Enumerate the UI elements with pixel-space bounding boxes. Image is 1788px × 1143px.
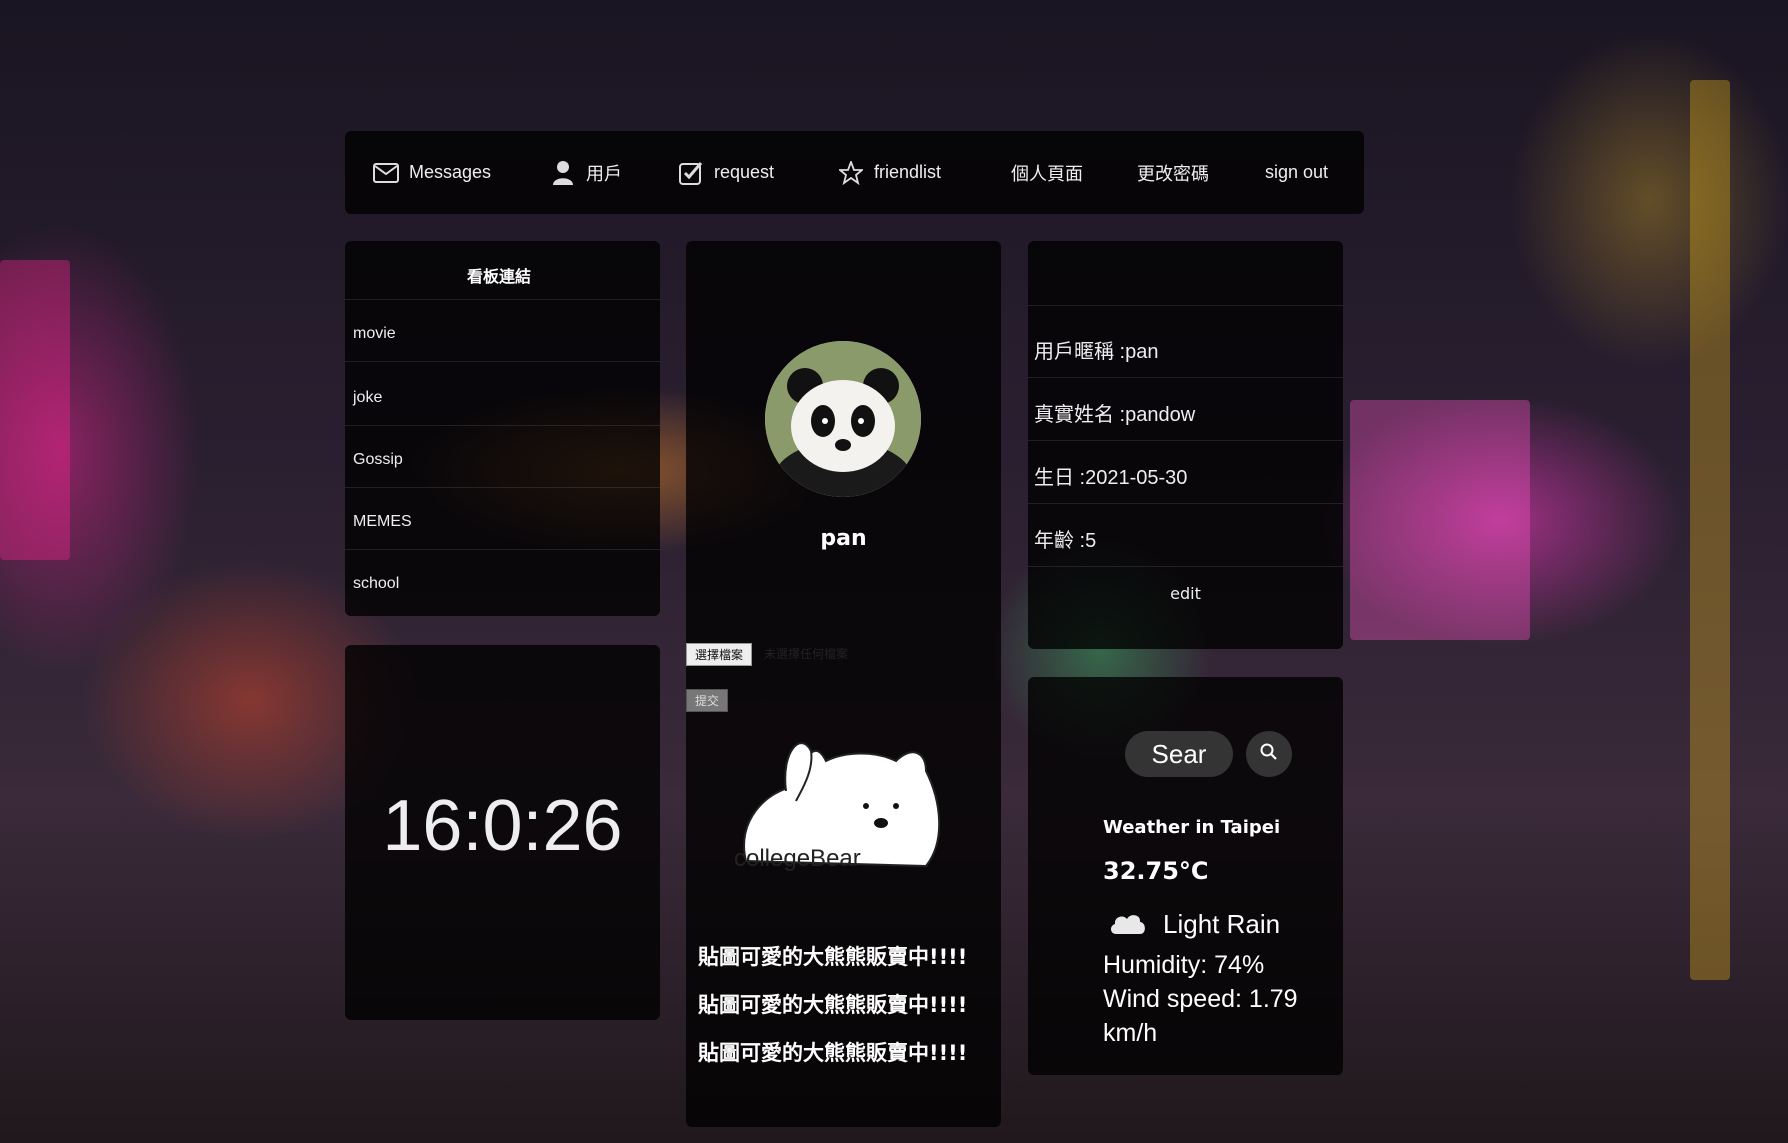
background-pillar-right (1690, 80, 1730, 980)
file-status-text: 未選擇任何檔案 (764, 647, 849, 661)
board-links-panel: 看板連結 movie joke Gossip MEMES school (345, 241, 660, 616)
weather-panel: Sear Weather in Taipei 32.75°C Light Rai… (1028, 677, 1343, 1075)
promo-text: 貼圖可愛的大熊熊販賣中!!!! (698, 993, 968, 1017)
divider (345, 361, 660, 362)
board-title: 看板連結 (467, 267, 532, 286)
search-icon (1260, 743, 1278, 765)
check-square-icon (678, 160, 704, 186)
edit-button[interactable]: edit (1028, 584, 1343, 603)
user-icon (550, 160, 576, 186)
weather-wind-unit: km/h (1103, 1019, 1158, 1047)
weather-wind: Wind speed: 1.79 (1103, 985, 1298, 1013)
college-bear-sticker: collegeBear (726, 731, 956, 881)
info-birthday: 生日 :2021-05-30 (1034, 467, 1188, 489)
panda-avatar-image (765, 341, 921, 497)
info-realname: 真實姓名 :pandow (1034, 404, 1196, 426)
nav-change-password[interactable]: 更改密碼 (1137, 131, 1209, 214)
nav-profile-label: 個人頁面 (1011, 163, 1083, 184)
profile-username: pan (820, 526, 867, 551)
profile-panel: pan 選擇檔案 未選擇任何檔案 提交 collegeBear 貼圖可愛的大熊熊… (686, 241, 1001, 1127)
cloud-icon (1108, 910, 1148, 940)
info-age: 年齡 :5 (1034, 530, 1097, 552)
divider (1028, 305, 1343, 306)
weather-description: Light Rain (1163, 909, 1281, 939)
weather-title: Weather in Taipei (1103, 817, 1281, 838)
divider (1028, 503, 1343, 504)
background-sign-left (0, 260, 70, 560)
avatar (765, 341, 921, 497)
weather-humidity: Humidity: 74% (1103, 951, 1265, 979)
divider (1028, 440, 1343, 441)
promo-text: 貼圖可愛的大熊熊販賣中!!!! (698, 945, 968, 969)
nav-request-label: request (714, 162, 775, 182)
divider (345, 299, 660, 300)
info-nickname: 用戶暱稱 :pan (1034, 341, 1159, 363)
nav-user-label: 用戶 (586, 163, 622, 184)
nav-friendlist[interactable]: friendlist (838, 131, 941, 214)
board-link-gossip[interactable]: Gossip (353, 451, 403, 469)
board-link-memes[interactable]: MEMES (353, 513, 412, 531)
nav-request[interactable]: request (678, 131, 774, 214)
star-icon (838, 160, 864, 186)
nav-messages-label: Messages (409, 162, 492, 182)
nav-change-password-label: 更改密碼 (1137, 163, 1209, 184)
nav-sign-out-label: sign out (1265, 162, 1329, 182)
board-link-school[interactable]: school (353, 575, 399, 593)
promo-text: 貼圖可愛的大熊熊販賣中!!!! (698, 1041, 968, 1065)
city-search-input[interactable]: Sear (1125, 731, 1233, 777)
divider (345, 487, 660, 488)
sticker-text: collegeBear (734, 845, 861, 872)
clock-display: 16:0:26 (382, 786, 623, 866)
choose-file-button[interactable]: 選擇檔案 (686, 643, 753, 666)
envelope-icon (373, 160, 399, 186)
nav-messages[interactable]: Messages (373, 131, 491, 214)
user-info-panel: 用戶暱稱 :pan 真實姓名 :pandow 生日 :2021-05-30 年齡… (1028, 241, 1343, 649)
board-link-movie[interactable]: movie (353, 325, 396, 343)
divider (1028, 566, 1343, 567)
divider (1028, 377, 1343, 378)
clock-panel: 16:0:26 (345, 645, 660, 1020)
submit-button[interactable]: 提交 (686, 689, 729, 712)
nav-profile[interactable]: 個人頁面 (1011, 131, 1083, 214)
divider (345, 425, 660, 426)
top-navbar: Messages 用戶 request friendlist 個人頁面 更改密碼… (345, 131, 1364, 214)
nav-user[interactable]: 用戶 (550, 131, 622, 214)
board-link-joke[interactable]: joke (353, 389, 382, 407)
divider (345, 549, 660, 550)
nav-friendlist-label: friendlist (874, 162, 942, 182)
weather-temperature: 32.75°C (1103, 857, 1209, 885)
background-sign-right (1350, 400, 1530, 640)
search-button[interactable] (1246, 731, 1292, 777)
nav-sign-out[interactable]: sign out (1265, 131, 1328, 214)
